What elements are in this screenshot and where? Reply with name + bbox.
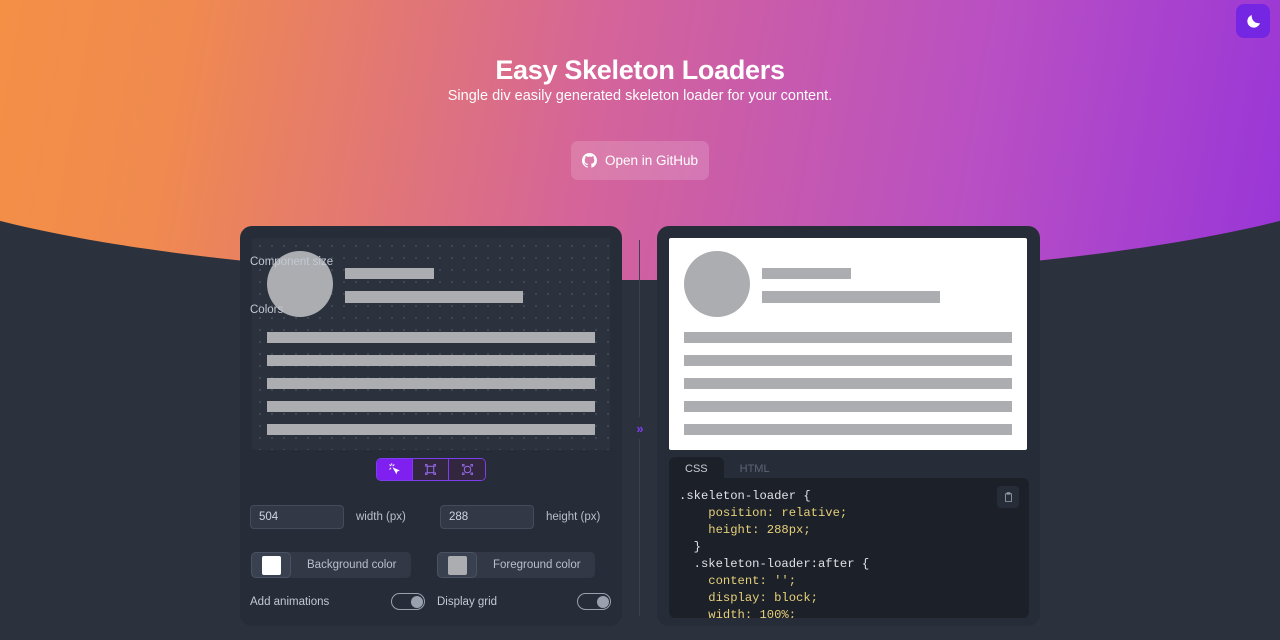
height-input[interactable]: 288 xyxy=(440,505,534,529)
display-grid-label: Display grid xyxy=(437,595,498,608)
foreground-color-label: Foreground color xyxy=(493,559,581,571)
component-size-label: Component size xyxy=(250,256,334,268)
preview-line-shape xyxy=(684,378,1012,389)
skeleton-line-shape[interactable] xyxy=(267,401,595,412)
moon-icon xyxy=(1246,14,1261,29)
code-output-panel[interactable]: .skeleton-loader { position: relative; h… xyxy=(669,478,1029,618)
preview-line-shape xyxy=(684,355,1012,366)
background-color-swatch xyxy=(261,555,281,575)
hero-gradient-banner xyxy=(0,0,1280,280)
foreground-color-row[interactable]: Foreground color xyxy=(437,552,595,578)
background-color-row[interactable]: Background color xyxy=(251,552,411,578)
page-root: Easy Skeleton Loaders Single div easily … xyxy=(0,0,1280,640)
github-icon xyxy=(581,153,597,168)
collapse-panel-chevron-icon[interactable]: » xyxy=(632,417,648,439)
code-line: content: ''; xyxy=(679,574,797,588)
background-color-swatch-button[interactable] xyxy=(251,552,291,578)
preview-line-shape xyxy=(684,424,1012,435)
skeleton-subtitle-shape[interactable] xyxy=(345,291,523,303)
skeleton-line-shape[interactable] xyxy=(267,378,595,389)
foreground-color-swatch xyxy=(447,555,467,575)
preview-avatar-shape xyxy=(684,251,750,317)
skeleton-line-shape[interactable] xyxy=(267,355,595,366)
code-line: height: 288px; xyxy=(679,523,811,537)
rectangle-icon xyxy=(424,463,437,476)
code-tab-bar: CSS HTML xyxy=(669,457,786,480)
magic-cursor-icon xyxy=(388,463,401,476)
rectangle-tool-button[interactable] xyxy=(413,459,449,480)
colors-label: Colors xyxy=(250,304,284,316)
add-animations-label: Add animations xyxy=(250,595,330,608)
skeleton-line-shape[interactable] xyxy=(267,332,595,343)
circle-icon xyxy=(461,463,474,476)
code-line: display: block; xyxy=(679,591,818,605)
theme-toggle-button[interactable] xyxy=(1236,4,1270,38)
add-animations-row: Add animations xyxy=(250,593,425,610)
code-line: } xyxy=(679,540,701,554)
height-unit-label: height (px) xyxy=(546,511,601,523)
code-lines: .skeleton-loader { position: relative; h… xyxy=(679,488,1029,618)
foreground-color-swatch-button[interactable] xyxy=(437,552,477,578)
copy-code-button[interactable] xyxy=(997,486,1019,508)
skeleton-line-shape[interactable] xyxy=(267,424,595,435)
circle-tool-button[interactable] xyxy=(449,459,485,480)
height-field-row: 288 height (px) xyxy=(440,505,600,529)
width-unit-label: width (px) xyxy=(356,511,406,523)
preview-subtitle-shape xyxy=(762,291,940,303)
code-line: .skeleton-loader { xyxy=(679,489,811,503)
tab-html[interactable]: HTML xyxy=(724,457,786,480)
width-input[interactable]: 504 xyxy=(250,505,344,529)
add-animations-toggle[interactable] xyxy=(391,593,425,610)
skeleton-title-shape[interactable] xyxy=(345,268,434,279)
tab-css[interactable]: CSS xyxy=(669,457,724,480)
preview-title-shape xyxy=(762,268,851,279)
page-title: Easy Skeleton Loaders xyxy=(495,55,785,85)
background-color-label: Background color xyxy=(307,559,397,571)
code-line: width: 100%; xyxy=(679,608,797,618)
page-subtitle: Single div easily generated skeleton loa… xyxy=(447,88,833,104)
skeleton-preview-canvas xyxy=(669,238,1027,450)
toggle-knob xyxy=(596,595,609,608)
code-line: .skeleton-loader:after { xyxy=(679,557,870,571)
github-button-label: Open in GitHub xyxy=(604,153,699,168)
code-line: position: relative; xyxy=(679,506,848,520)
magic-cursor-tool-button[interactable] xyxy=(377,459,413,480)
open-in-github-button[interactable]: Open in GitHub xyxy=(571,141,709,180)
skeleton-editor-canvas[interactable] xyxy=(252,238,610,450)
width-field-row: 504 width (px) xyxy=(250,505,406,529)
preview-line-shape xyxy=(684,332,1012,343)
display-grid-row: Display grid xyxy=(437,593,611,610)
toggle-knob xyxy=(410,595,423,608)
clipboard-icon xyxy=(1003,491,1014,503)
display-grid-toggle[interactable] xyxy=(577,593,611,610)
shape-tool-group xyxy=(376,458,486,481)
preview-line-shape xyxy=(684,401,1012,412)
